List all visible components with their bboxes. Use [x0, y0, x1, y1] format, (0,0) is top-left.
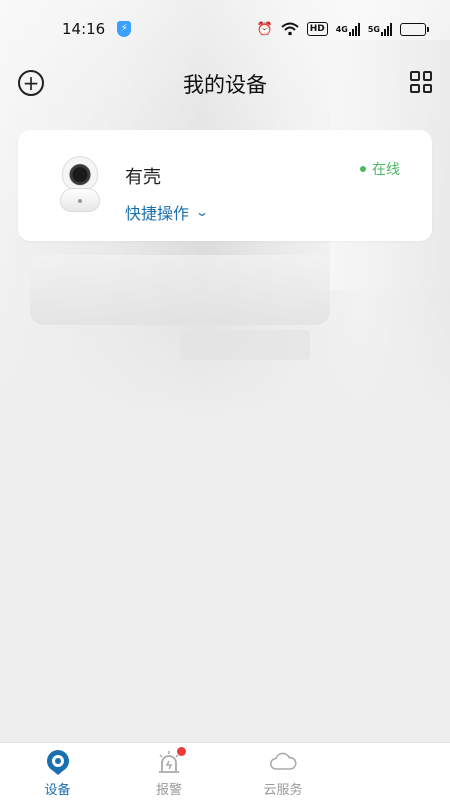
- alarm-light-icon: [155, 747, 186, 776]
- tab-label: 报警: [155, 783, 182, 798]
- hd-icon: HD: [306, 22, 328, 36]
- tab-cloud-service[interactable]: 云服务: [223, 743, 343, 800]
- app-header: + 我的设备: [0, 62, 450, 106]
- camera-base: [60, 188, 100, 212]
- camera-icon: [60, 156, 100, 214]
- tab-label: 云服务: [263, 783, 303, 798]
- status-dot: [360, 166, 366, 172]
- tab-alarms[interactable]: 报警: [115, 743, 223, 800]
- tab-devices[interactable]: 设备: [0, 743, 115, 800]
- device-status: 在线: [360, 159, 400, 179]
- cloud-icon: [269, 748, 297, 776]
- alarm-icon: ⏰: [256, 21, 273, 37]
- device-icon: [44, 748, 72, 776]
- grid-cell: [410, 71, 420, 81]
- bottom-tab-bar: 设备 报警 云服务: [0, 742, 450, 800]
- device-status-label: 在线: [372, 162, 400, 178]
- status-time: 14:16: [62, 20, 106, 38]
- status-bar: 14:16 ⚡ ⏰ HD 4G 5G: [0, 0, 450, 58]
- alarm-badge: [177, 747, 186, 756]
- 4g-signal-icon: 4G: [336, 22, 360, 36]
- chevron-down-icon: ⌄: [195, 205, 210, 219]
- tab-spacer: [343, 743, 450, 800]
- status-icons: ⏰ HD 4G 5G: [256, 21, 429, 37]
- 5g-signal-icon: 5G: [368, 22, 392, 36]
- add-circle-icon: +: [22, 71, 40, 95]
- quick-actions-label: 快捷操作: [125, 204, 190, 223]
- background-sofa: [30, 255, 330, 325]
- camera-head: [62, 156, 98, 190]
- wifi-icon: [281, 22, 299, 36]
- quick-actions-button[interactable]: 快捷操作 ⌄: [125, 200, 210, 224]
- tab-label: 设备: [44, 783, 71, 798]
- grid-cell: [422, 83, 432, 93]
- add-device-button[interactable]: +: [18, 70, 44, 96]
- grid-cell: [410, 83, 420, 93]
- device-name: 有壳: [125, 167, 161, 188]
- shield-icon: ⚡: [117, 21, 132, 37]
- grid-cell: [422, 71, 432, 81]
- device-card[interactable]: 有壳 快捷操作 ⌄ 在线: [18, 130, 432, 241]
- battery-icon: [400, 22, 429, 36]
- page-title: 我的设备: [183, 73, 267, 97]
- grid-view-button[interactable]: [410, 71, 432, 93]
- background-table: [180, 330, 310, 360]
